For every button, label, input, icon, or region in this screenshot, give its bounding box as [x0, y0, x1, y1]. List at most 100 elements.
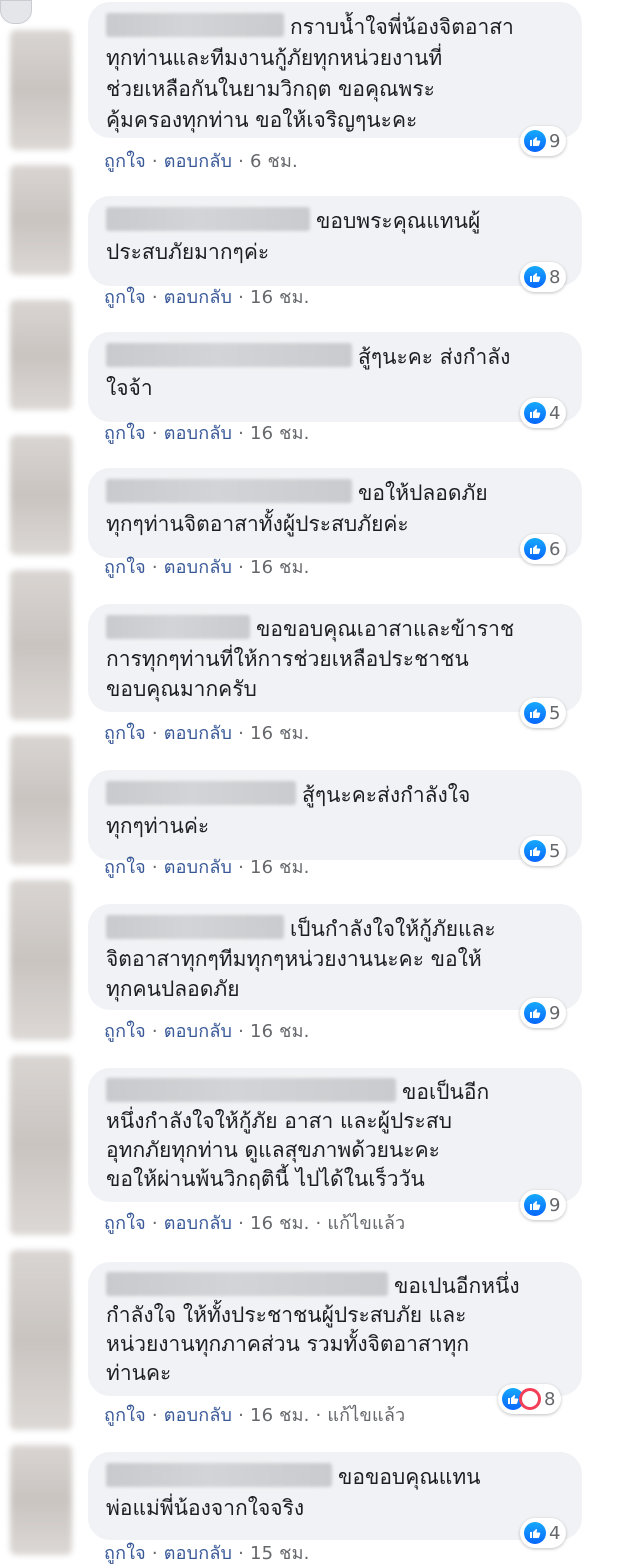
timestamp[interactable]: 16 ชม.: [250, 1405, 310, 1426]
avatar[interactable]: [10, 735, 72, 865]
reply-link[interactable]: ตอบกลับ: [164, 1021, 232, 1042]
like-link[interactable]: ถูกใจ: [104, 723, 146, 744]
comment-bubble: เป็นกำลังใจให้กู้ภัยและ จิตอาสาทุกๆทีมทุ…: [88, 904, 582, 1010]
avatar[interactable]: [0, 0, 32, 24]
like-link[interactable]: ถูกใจ: [104, 151, 146, 172]
reply-link[interactable]: ตอบกลับ: [164, 857, 232, 878]
avatar[interactable]: [10, 1445, 72, 1555]
reaction-count[interactable]: 4: [520, 1518, 567, 1548]
commenter-name[interactable]: [106, 1463, 332, 1487]
separator: ·: [151, 1405, 158, 1426]
timestamp[interactable]: 16 ชม.: [250, 423, 310, 444]
commenter-name[interactable]: [106, 915, 284, 939]
timestamp[interactable]: 15 ชม.: [250, 1543, 310, 1564]
comment-bubble: กราบน้ำใจพี่น้องจิตอาสา ทุกท่านและทีมงาน…: [88, 2, 582, 138]
reaction-count[interactable]: 9: [520, 998, 567, 1028]
reply-link[interactable]: ตอบกลับ: [164, 557, 232, 578]
reply-link[interactable]: ตอบกลับ: [164, 1543, 232, 1564]
comment-actions: ถูกใจ · ตอบกลับ · 15 ชม.: [104, 1538, 310, 1567]
like-link[interactable]: ถูกใจ: [104, 423, 146, 444]
reply-link[interactable]: ตอบกลับ: [164, 151, 232, 172]
reaction-count[interactable]: 9: [520, 126, 567, 156]
like-link[interactable]: ถูกใจ: [104, 557, 146, 578]
comment-body: สู้ๆนะคะส่งกำลังใจ ทุกๆท่านค่ะ: [106, 780, 564, 842]
like-reaction-icon: [524, 1194, 546, 1216]
reaction-count-number: 5: [549, 702, 561, 724]
comment-actions: ถูกใจ · ตอบกลับ · 16 ชม.: [104, 1016, 310, 1045]
timestamp[interactable]: 16 ชม.: [250, 857, 310, 878]
commenter-name[interactable]: [106, 13, 284, 37]
reply-link[interactable]: ตอบกลับ: [164, 1405, 232, 1426]
commenter-name[interactable]: [106, 343, 352, 367]
avatar[interactable]: [10, 30, 72, 150]
comment-bubble: ขอเปนอีกหนึ่ง กำลังใจ ให้ทั้งประชาชนผู้ป…: [88, 1262, 582, 1396]
like-link[interactable]: ถูกใจ: [104, 287, 146, 308]
avatar[interactable]: [10, 1055, 72, 1235]
separator: ·: [151, 151, 158, 172]
comment-body: ขอขอบคุณเอาสาและข้าราช การทุกๆท่านที่ให้…: [106, 614, 564, 704]
comment-actions: ถูกใจ · ตอบกลับ · 16 ชม.: [104, 852, 310, 881]
comment-body: สู้ๆนะคะ ส่งกำลัง ใจจ้า: [106, 342, 564, 404]
timestamp[interactable]: 16 ชม.: [250, 287, 310, 308]
avatar[interactable]: [10, 1250, 72, 1430]
reaction-count[interactable]: 4: [520, 398, 567, 428]
comment-actions: ถูกใจ · ตอบกลับ · 16 ชม.: [104, 418, 310, 447]
avatar[interactable]: [10, 435, 72, 555]
commenter-name[interactable]: [106, 207, 310, 231]
comment-body: ขอขอบคุณแทน พ่อแม่พี่น้องจากใจจริง: [106, 1462, 564, 1524]
timestamp[interactable]: 16 ชม.: [250, 723, 310, 744]
reaction-count[interactable]: 6: [520, 534, 567, 564]
timestamp[interactable]: 16 ชม.: [250, 1021, 310, 1042]
separator: ·: [238, 1021, 245, 1042]
commenter-name[interactable]: [106, 781, 296, 805]
reaction-count[interactable]: 8: [498, 1384, 562, 1414]
separator: ·: [238, 1405, 245, 1426]
reply-link[interactable]: ตอบกลับ: [164, 287, 232, 308]
separator: ·: [151, 723, 158, 744]
edited-label[interactable]: แก้ไขแล้ว: [327, 1213, 405, 1234]
reaction-count-number: 5: [549, 840, 561, 862]
like-reaction-icon: [524, 538, 546, 560]
separator: ·: [238, 557, 245, 578]
reply-link[interactable]: ตอบกลับ: [164, 423, 232, 444]
commenter-name[interactable]: [106, 615, 250, 639]
reaction-count-number: 4: [549, 402, 561, 424]
reaction-count[interactable]: 9: [520, 1190, 567, 1220]
comment-body: กราบน้ำใจพี่น้องจิตอาสา ทุกท่านและทีมงาน…: [106, 12, 564, 136]
separator: ·: [238, 723, 245, 744]
reaction-count[interactable]: 5: [520, 836, 567, 866]
separator: ·: [238, 423, 245, 444]
like-link[interactable]: ถูกใจ: [104, 857, 146, 878]
commenter-name[interactable]: [106, 1078, 396, 1102]
timestamp[interactable]: 16 ชม.: [250, 1213, 310, 1234]
reaction-count[interactable]: 5: [520, 698, 567, 728]
timestamp[interactable]: 16 ชม.: [250, 557, 310, 578]
like-link[interactable]: ถูกใจ: [104, 1213, 146, 1234]
separator: ·: [151, 423, 158, 444]
avatar[interactable]: [10, 570, 72, 720]
avatar[interactable]: [10, 165, 72, 275]
like-reaction-icon: [524, 130, 546, 152]
separator: ·: [315, 1213, 322, 1234]
like-link[interactable]: ถูกใจ: [104, 1021, 146, 1042]
reaction-count-number: 9: [549, 1002, 561, 1024]
avatar-column: [0, 0, 76, 1564]
like-link[interactable]: ถูกใจ: [104, 1543, 146, 1564]
comment-actions: ถูกใจ · ตอบกลับ · 16 ชม.: [104, 552, 310, 581]
comment-body: ขอบพระคุณแทนผู้ ประสบภัยมากๆค่ะ: [106, 206, 564, 268]
avatar[interactable]: [10, 880, 72, 1040]
avatar[interactable]: [10, 300, 72, 410]
like-link[interactable]: ถูกใจ: [104, 1405, 146, 1426]
timestamp[interactable]: 6 ชม.: [250, 151, 298, 172]
comment-body: ขอเปนอีกหนึ่ง กำลังใจ ให้ทั้งประชาชนผู้ป…: [106, 1272, 564, 1388]
commenter-name[interactable]: [106, 479, 352, 503]
commenter-name[interactable]: [106, 1272, 388, 1296]
reply-link[interactable]: ตอบกลับ: [164, 1213, 232, 1234]
comment-bubble: ขอขอบคุณแทน พ่อแม่พี่น้องจากใจจริง: [88, 1452, 582, 1540]
edited-label[interactable]: แก้ไขแล้ว: [327, 1405, 405, 1426]
reaction-count[interactable]: 8: [520, 262, 567, 292]
comment-actions: ถูกใจ · ตอบกลับ · 16 ชม. · แก้ไขแล้ว: [104, 1400, 405, 1429]
reaction-count-number: 6: [549, 538, 561, 560]
reply-link[interactable]: ตอบกลับ: [164, 723, 232, 744]
separator: ·: [151, 1543, 158, 1564]
